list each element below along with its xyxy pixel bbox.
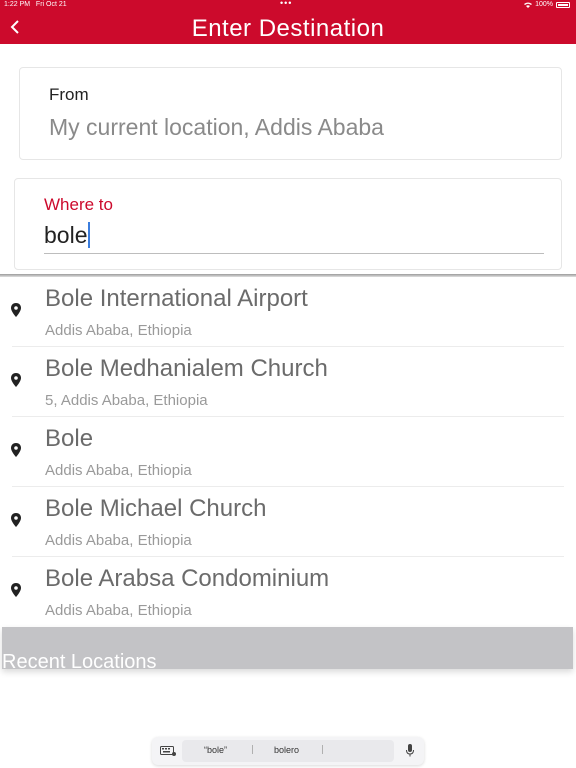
result-subtitle: 5, Addis Ababa, Ethiopia (45, 392, 208, 409)
result-item[interactable]: Bole Michael Church Addis Ababa, Ethiopi… (0, 487, 576, 557)
from-value: My current location, Addis Ababa (49, 114, 384, 140)
text-cursor (88, 222, 91, 248)
recent-locations-label: Recent Locations (2, 651, 157, 669)
result-title: Bole (45, 425, 94, 452)
multitask-dots[interactable]: ••• (280, 0, 292, 8)
result-subtitle: Addis Ababa, Ethiopia (45, 602, 192, 619)
page-title: Enter Destination (191, 15, 385, 42)
microphone-icon[interactable] (406, 744, 414, 757)
suggestion-bole[interactable]: “bole” (204, 745, 227, 755)
battery-icon (556, 1, 570, 8)
location-pin-icon (11, 303, 21, 317)
screen: 1:22 PM Fri Oct 21 ••• 100% Enter Destin… (0, 0, 576, 768)
keyboard-shortcut-bar: “bole” bolero (152, 737, 424, 765)
where-to-label: Where to (44, 195, 113, 214)
result-item[interactable]: Bole International Airport Addis Ababa, … (0, 277, 576, 347)
location-pin-icon (11, 373, 21, 387)
from-label: From (49, 85, 89, 104)
suggestion-divider (252, 745, 253, 754)
results-list: Bole International Airport Addis Ababa, … (0, 277, 576, 627)
from-card[interactable]: From My current location, Addis Ababa (19, 67, 562, 160)
battery-percent: 100% (535, 1, 553, 8)
nav-bar: Enter Destination (0, 11, 576, 44)
result-item[interactable]: Bole Arabsa Condominium Addis Ababa, Eth… (0, 557, 576, 627)
recent-locations-header: Recent Locations (2, 627, 573, 669)
result-item[interactable]: Bole Medhanialem Church 5, Addis Ababa, … (0, 347, 576, 417)
location-pin-icon (11, 513, 21, 527)
where-to-input[interactable]: bole (44, 222, 544, 254)
keyboard-icon[interactable] (160, 746, 176, 756)
status-bar: 1:22 PM Fri Oct 21 ••• 100% (0, 0, 576, 11)
result-title: Bole Michael Church (45, 495, 267, 522)
result-item[interactable]: Bole Addis Ababa, Ethiopia (0, 417, 576, 487)
result-subtitle: Addis Ababa, Ethiopia (45, 462, 192, 479)
suggestion-divider (322, 745, 323, 754)
result-subtitle: Addis Ababa, Ethiopia (45, 322, 192, 339)
result-title: Bole International Airport (45, 285, 308, 312)
result-subtitle: Addis Ababa, Ethiopia (45, 532, 192, 549)
status-right: 100% (524, 1, 570, 8)
status-time: 1:22 PM Fri Oct 21 (4, 1, 67, 8)
where-card: Where to bole (14, 178, 562, 270)
wifi-icon (524, 2, 533, 8)
result-title: Bole Medhanialem Church (45, 355, 328, 382)
where-to-value: bole (44, 222, 88, 248)
location-pin-icon (11, 583, 21, 597)
suggestion-bolero[interactable]: bolero (274, 745, 299, 755)
location-pin-icon (11, 443, 21, 457)
result-title: Bole Arabsa Condominium (45, 565, 330, 592)
